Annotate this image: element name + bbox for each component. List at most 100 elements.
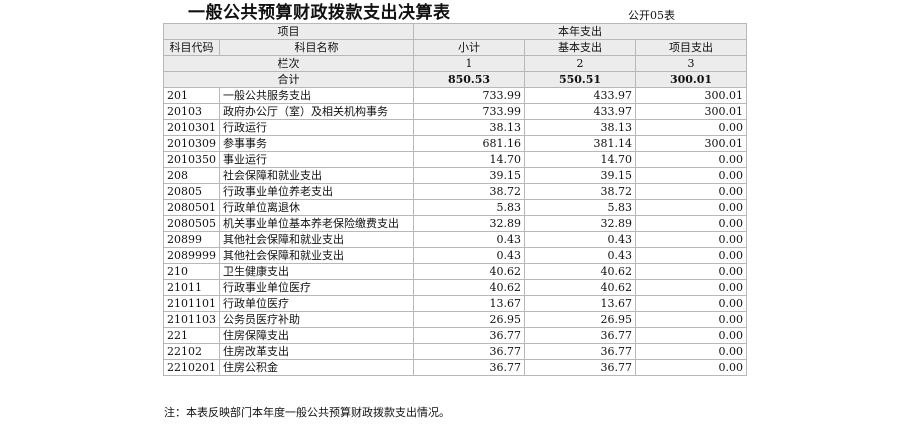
project-cell: 0.00 bbox=[635, 263, 747, 280]
table-row: 22102 住房改革支出 36.77 36.77 0.00 bbox=[163, 343, 747, 360]
table-row: 2010309 参事事务 681.16 381.14 300.01 bbox=[163, 135, 747, 152]
subject-code-cell: 20103 bbox=[163, 103, 220, 120]
table-row: 221 住房保障支出 36.77 36.77 0.00 bbox=[163, 327, 747, 344]
basic-cell: 38.13 bbox=[524, 119, 636, 136]
subject-name-cell: 住房改革支出 bbox=[219, 343, 414, 360]
subject-name-cell: 政府办公厅（室）及相关机构事务 bbox=[219, 103, 414, 120]
subject-name-cell: 其他社会保障和就业支出 bbox=[219, 231, 414, 248]
table-row: 2210201 住房公积金 36.77 36.77 0.00 bbox=[163, 359, 747, 376]
subject-code-cell: 2089999 bbox=[163, 247, 220, 264]
header-row-index: 栏次 1 2 3 bbox=[163, 55, 747, 72]
project-cell: 0.00 bbox=[635, 279, 747, 296]
col-index-1: 1 bbox=[413, 55, 525, 72]
subject-code-cell: 2210201 bbox=[163, 359, 220, 376]
subtotal-cell: 14.70 bbox=[413, 151, 525, 168]
subject-code-cell: 208 bbox=[163, 167, 220, 184]
form-code: 公开05表 bbox=[628, 9, 675, 22]
header-row-top: 项目 本年支出 bbox=[163, 23, 747, 40]
subtotal-cell: 38.13 bbox=[413, 119, 525, 136]
subtotal-cell: 681.16 bbox=[413, 135, 525, 152]
project-cell: 0.00 bbox=[635, 199, 747, 216]
basic-cell: 381.14 bbox=[524, 135, 636, 152]
basic-cell: 0.43 bbox=[524, 247, 636, 264]
project-cell: 300.01 bbox=[635, 135, 747, 152]
subject-code-cell: 20805 bbox=[163, 183, 220, 200]
subject-code-cell: 2010350 bbox=[163, 151, 220, 168]
basic-cell: 0.43 bbox=[524, 231, 636, 248]
subject-name-cell: 行政单位医疗 bbox=[219, 295, 414, 312]
subject-name-cell: 住房保障支出 bbox=[219, 327, 414, 344]
header-row-columns: 科目代码 科目名称 小计 基本支出 项目支出 bbox=[163, 39, 747, 56]
subtotal-cell: 40.62 bbox=[413, 279, 525, 296]
subject-code-cell: 22102 bbox=[163, 343, 220, 360]
project-cell: 0.00 bbox=[635, 295, 747, 312]
subject-name-cell: 行政单位离退休 bbox=[219, 199, 414, 216]
subject-code-cell: 2080501 bbox=[163, 199, 220, 216]
project-cell: 0.00 bbox=[635, 215, 747, 232]
subject-code-cell: 20899 bbox=[163, 231, 220, 248]
col-index-2: 2 bbox=[524, 55, 636, 72]
subject-code-cell: 210 bbox=[163, 263, 220, 280]
subject-name-cell: 参事事务 bbox=[219, 135, 414, 152]
basic-cell: 38.72 bbox=[524, 183, 636, 200]
project-cell: 0.00 bbox=[635, 231, 747, 248]
project-cell: 0.00 bbox=[635, 311, 747, 328]
table-row: 2089999 其他社会保障和就业支出 0.43 0.43 0.00 bbox=[163, 247, 747, 264]
total-row: 合计 850.53 550.51 300.01 bbox=[163, 71, 747, 88]
header-project: 项目 bbox=[163, 23, 414, 40]
subtotal-cell: 0.43 bbox=[413, 231, 525, 248]
subject-name-cell: 行政运行 bbox=[219, 119, 414, 136]
table-row: 2010301 行政运行 38.13 38.13 0.00 bbox=[163, 119, 747, 136]
basic-cell: 13.67 bbox=[524, 295, 636, 312]
table-row: 21011 行政事业单位医疗 40.62 40.62 0.00 bbox=[163, 279, 747, 296]
header-subject-code: 科目代码 bbox=[163, 39, 220, 56]
subtotal-cell: 26.95 bbox=[413, 311, 525, 328]
header-project-exp: 项目支出 bbox=[635, 39, 747, 56]
project-cell: 300.01 bbox=[635, 87, 747, 104]
subtotal-cell: 733.99 bbox=[413, 103, 525, 120]
basic-cell: 40.62 bbox=[524, 263, 636, 280]
col-index-3: 3 bbox=[635, 55, 747, 72]
subtotal-cell: 36.77 bbox=[413, 343, 525, 360]
subtotal-cell: 32.89 bbox=[413, 215, 525, 232]
project-cell: 0.00 bbox=[635, 183, 747, 200]
subject-code-cell: 21011 bbox=[163, 279, 220, 296]
subject-name-cell: 机关事业单位基本养老保险缴费支出 bbox=[219, 215, 414, 232]
table-row: 2101101 行政单位医疗 13.67 13.67 0.00 bbox=[163, 295, 747, 312]
header-current-year: 本年支出 bbox=[413, 23, 747, 40]
subtotal-cell: 0.43 bbox=[413, 247, 525, 264]
subject-code-cell: 2080505 bbox=[163, 215, 220, 232]
subject-name-cell: 事业运行 bbox=[219, 151, 414, 168]
project-cell: 0.00 bbox=[635, 167, 747, 184]
subtotal-cell: 39.15 bbox=[413, 167, 525, 184]
basic-cell: 40.62 bbox=[524, 279, 636, 296]
subject-name-cell: 行政事业单位养老支出 bbox=[219, 183, 414, 200]
subtotal-cell: 5.83 bbox=[413, 199, 525, 216]
basic-cell: 36.77 bbox=[524, 359, 636, 376]
project-cell: 0.00 bbox=[635, 327, 747, 344]
row-index-label: 栏次 bbox=[163, 55, 414, 72]
footnote: 注：本表反映部门本年度一般公共预算财政拨款支出情况。 bbox=[164, 406, 450, 419]
table-row: 20899 其他社会保障和就业支出 0.43 0.43 0.00 bbox=[163, 231, 747, 248]
table-row: 210 卫生健康支出 40.62 40.62 0.00 bbox=[163, 263, 747, 280]
subject-name-cell: 卫生健康支出 bbox=[219, 263, 414, 280]
table-row: 2080501 行政单位离退休 5.83 5.83 0.00 bbox=[163, 199, 747, 216]
basic-cell: 433.97 bbox=[524, 87, 636, 104]
subject-code-cell: 201 bbox=[163, 87, 220, 104]
project-cell: 300.01 bbox=[635, 103, 747, 120]
basic-cell: 39.15 bbox=[524, 167, 636, 184]
header-subject-name: 科目名称 bbox=[219, 39, 414, 56]
subject-name-cell: 一般公共服务支出 bbox=[219, 87, 414, 104]
total-subtotal: 850.53 bbox=[413, 71, 525, 88]
table-row: 2080505 机关事业单位基本养老保险缴费支出 32.89 32.89 0.00 bbox=[163, 215, 747, 232]
subject-name-cell: 行政事业单位医疗 bbox=[219, 279, 414, 296]
basic-cell: 5.83 bbox=[524, 199, 636, 216]
table-row: 2010350 事业运行 14.70 14.70 0.00 bbox=[163, 151, 747, 168]
header-subtotal: 小计 bbox=[413, 39, 525, 56]
subject-code-cell: 2010309 bbox=[163, 135, 220, 152]
basic-cell: 32.89 bbox=[524, 215, 636, 232]
project-cell: 0.00 bbox=[635, 151, 747, 168]
subject-name-cell: 社会保障和就业支出 bbox=[219, 167, 414, 184]
subtotal-cell: 733.99 bbox=[413, 87, 525, 104]
project-cell: 0.00 bbox=[635, 247, 747, 264]
